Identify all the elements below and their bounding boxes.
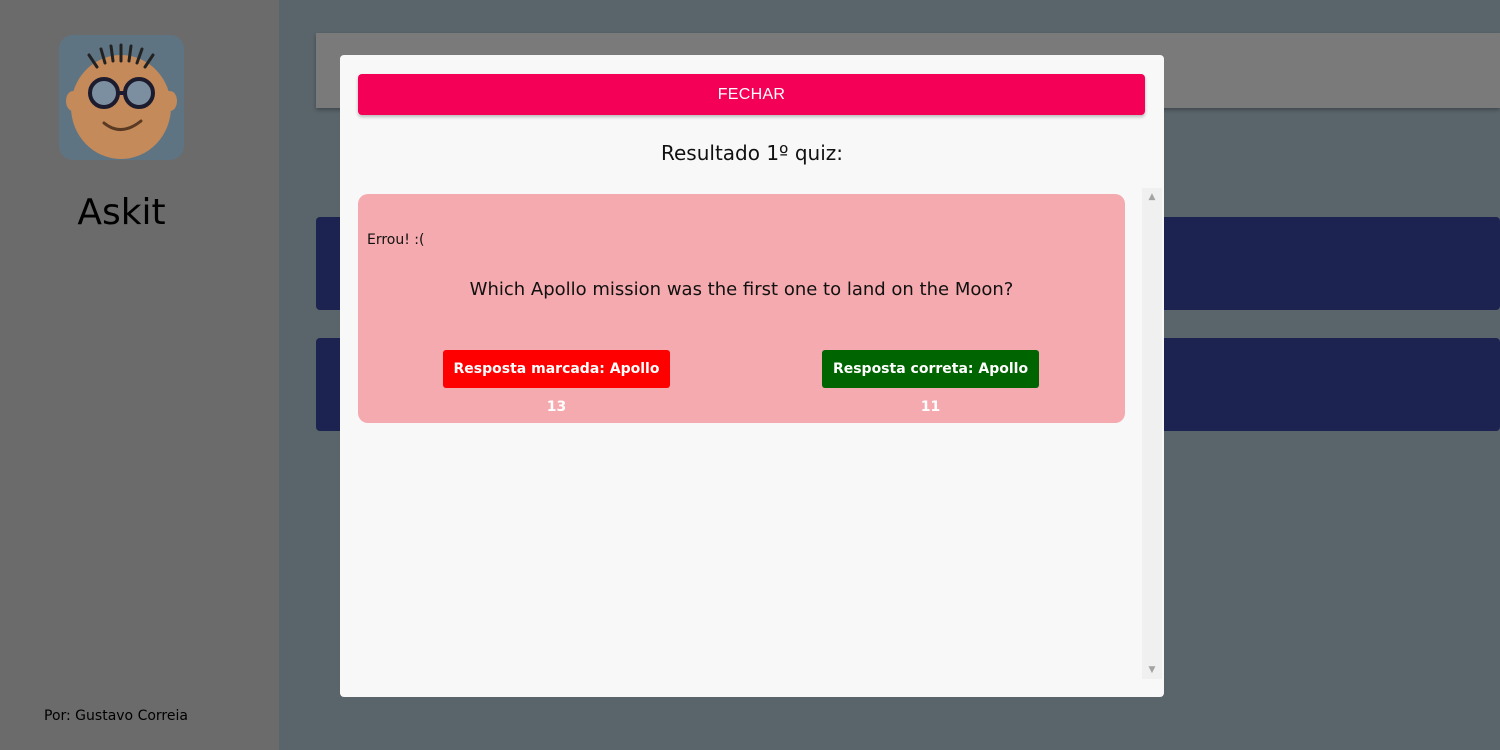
quiz-result-modal: FECHAR Resultado 1º quiz: Errou! :( Whic… [340,55,1164,697]
scroll-down-arrow-icon[interactable]: ▼ [1142,661,1162,679]
nerd-face-logo-icon [66,43,177,159]
question-text: Which Apollo mission was the first one t… [469,279,1014,300]
result-status: Errou! :( [367,232,425,248]
author-credit: Por: Gustavo Correia [44,708,188,724]
close-button[interactable]: FECHAR [358,74,1145,115]
app-logo [59,35,184,160]
sidebar: Askit Por: Gustavo Correia [0,0,279,750]
results-scroll-area[interactable]: Errou! :( Which Apollo mission was the f… [358,188,1162,679]
scrollbar[interactable]: ▲ ▼ [1142,188,1162,679]
marked-answer-badge: Resposta marcada: Apollo 13 [443,350,670,415]
scroll-up-arrow-icon[interactable]: ▲ [1142,188,1162,206]
modal-title: Resultado 1º quiz: [660,141,843,165]
app-name: Askit [77,192,166,233]
result-card: Errou! :( Which Apollo mission was the f… [358,194,1125,423]
correct-answer-badge: Resposta correta: Apollo 11 [822,350,1039,415]
